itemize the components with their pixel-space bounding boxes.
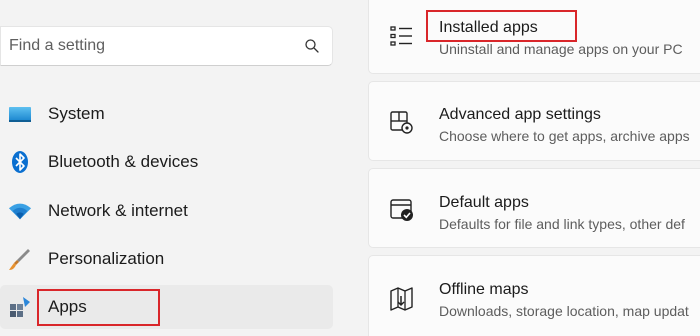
sidebar-item-label: Network & internet [48,200,188,220]
installed-apps-card[interactable]: Installed apps Uninstall and manage apps… [368,0,700,74]
brush-icon [8,247,32,271]
map-icon [390,287,413,311]
advanced-app-settings-title: Advanced app settings [439,106,601,123]
sidebar-item-personalization[interactable]: Personalization [0,237,333,281]
apps-icon [8,295,32,319]
sidebar-item-label: Personalization [48,248,165,268]
default-apps-card[interactable]: Default apps Defaults for file and link … [368,168,700,248]
bluetooth-icon [8,150,32,174]
monitor-icon [8,102,32,126]
advanced-app-settings-card[interactable]: Advanced app settings Choose where to ge… [368,81,700,161]
installed-apps-title: Installed apps [439,19,538,36]
search-icon[interactable] [304,38,320,54]
wifi-icon [8,199,32,223]
settings-window: Find a setting System Bluetooth & device… [0,0,700,336]
sidebar-nav: System Bluetooth & devices Network & int… [0,92,333,333]
offline-maps-description: Downloads, storage location, map updat [439,303,689,319]
apps-settings-list: Installed apps Uninstall and manage apps… [368,0,700,336]
default-apps-icon [390,199,413,221]
sidebar-item-apps[interactable]: Apps [0,285,333,330]
sidebar-item-bluetooth[interactable]: Bluetooth & devices [0,140,333,184]
sidebar-item-label: Bluetooth & devices [48,152,199,172]
search-input[interactable]: Find a setting [9,37,105,55]
sidebar-item-label: Apps [48,297,87,317]
search-box[interactable]: Find a setting [0,26,333,66]
sidebar: Find a setting System Bluetooth & device… [0,0,350,336]
app-settings-icon [390,111,413,134]
offline-maps-card[interactable]: Offline maps Downloads, storage location… [368,255,700,336]
default-apps-description: Defaults for file and link types, other … [439,216,685,232]
installed-apps-description: Uninstall and manage apps on your PC [439,41,683,57]
default-apps-title: Default apps [439,194,529,211]
sidebar-item-label: System [48,104,105,123]
offline-maps-title: Offline maps [439,281,529,298]
list-icon [390,26,412,46]
advanced-app-settings-description: Choose where to get apps, archive apps [439,128,690,144]
sidebar-item-system[interactable]: System [0,92,333,136]
sidebar-item-network[interactable]: Network & internet [0,189,333,233]
